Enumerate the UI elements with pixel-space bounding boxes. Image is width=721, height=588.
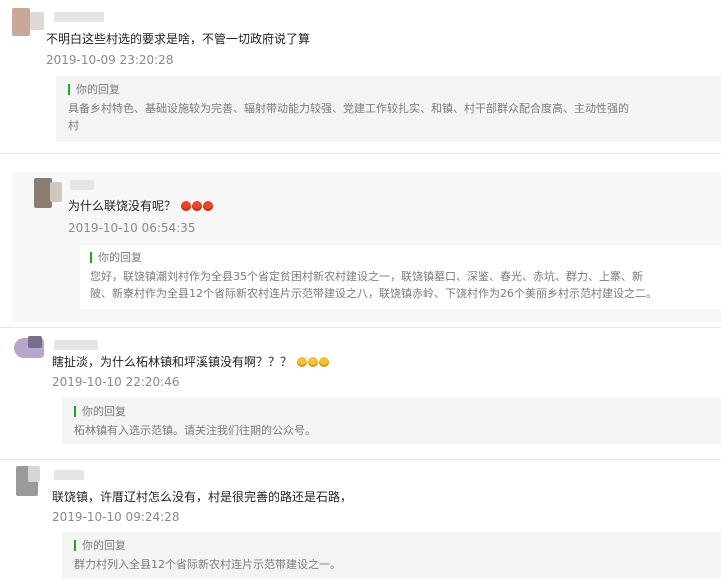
laughing-face-icon: [296, 357, 307, 367]
author-reply: 你的回复 柘林镇有入选示范镇。请关注我们往期的公众号。: [62, 398, 721, 444]
reply-label: 你的回复: [74, 539, 126, 552]
comment-timestamp: 2019-10-10 22:20:46: [52, 375, 180, 389]
reply-text-line: 具备乡村特色、基础设施较为完善、辐射带动能力较强、党建工作较扎实、和镇、村干部群…: [68, 102, 629, 115]
reply-text-line: 村: [68, 119, 79, 132]
reply-text-line: 柘林镇有入选示范镇。请关注我们往期的公众号。: [74, 424, 316, 437]
avatar-blur: [28, 466, 40, 482]
commenter-name: [70, 180, 94, 190]
author-reply: 你的回复 您好，联饶镇潮刘村作为全县35个省定贫困村新农村建设之一，联饶镇墓口、…: [80, 245, 721, 309]
divider: [0, 153, 721, 154]
commenter-name: [54, 340, 98, 350]
comment-timestamp: 2019-10-10 09:24:28: [52, 510, 180, 524]
commenter-name: [54, 12, 104, 22]
reply-text-line: 您好，联饶镇潮刘村作为全县35个省定贫困村新农村建设之一，联饶镇墓口、深鉴、春光…: [90, 270, 643, 283]
comment-card: 联饶镇，许厝辽村怎么没有，村是很完善的路还是石路， 2019-10-10 09:…: [0, 462, 721, 588]
author-reply: 你的回复 群力村列入全县12个省际新农村连片示范带建设之一。: [62, 532, 721, 578]
laughing-face-icon: [307, 357, 318, 367]
reply-label: 你的回复: [68, 83, 120, 96]
comment-text: 不明白这些村选的要求是啥，不管一切政府说了算: [46, 32, 311, 46]
comment-text: 联饶镇，许厝辽村怎么没有，村是很完善的路还是石路，: [52, 490, 353, 504]
laughing-face-icon: [318, 357, 329, 367]
avatar-blur: [28, 336, 42, 348]
red-face-icon: [202, 201, 213, 211]
comment-list: 不明白这些村选的要求是啥，不管一切政府说了算 2019-10-09 23:20:…: [0, 0, 721, 588]
comment-text: 为什么联饶没有呢？: [68, 198, 213, 214]
reply-text-line: 陂、新寮村作为全县12个省际新农村连片示范带建设之八，联饶镇赤岭、下饶村作为26…: [90, 287, 657, 300]
red-face-icon: [191, 201, 202, 211]
comment-text-content: 为什么联饶没有呢？: [68, 199, 177, 213]
divider: [0, 327, 721, 328]
comment-timestamp: 2019-10-09 23:20:28: [46, 53, 174, 67]
comment-timestamp: 2019-10-10 06:54:35: [68, 221, 196, 235]
comment-text-content: 瞎扯淡，为什么柘林镇和坪溪镇没有啊？？？: [52, 355, 293, 369]
reply-label: 你的回复: [90, 251, 142, 264]
avatar-blur: [30, 12, 44, 30]
avatar-blur: [50, 182, 62, 202]
comment-card: 不明白这些村选的要求是啥，不管一切政府说了算 2019-10-09 23:20:…: [0, 0, 721, 150]
reply-label: 你的回复: [74, 405, 126, 418]
comment-card: 瞎扯淡，为什么柘林镇和坪溪镇没有啊？？？ 2019-10-10 22:20:46…: [0, 330, 721, 456]
avatar[interactable]: [12, 8, 30, 36]
author-reply: 你的回复 具备乡村特色、基础设施较为完善、辐射带动能力较强、党建工作较扎实、和镇…: [56, 76, 721, 142]
red-face-icon: [180, 201, 191, 211]
comment-text: 瞎扯淡，为什么柘林镇和坪溪镇没有啊？？？: [52, 354, 329, 370]
divider: [0, 459, 721, 460]
reply-text-line: 群力村列入全县12个省际新农村连片示范带建设之一。: [74, 558, 341, 571]
commenter-name: [54, 470, 84, 480]
